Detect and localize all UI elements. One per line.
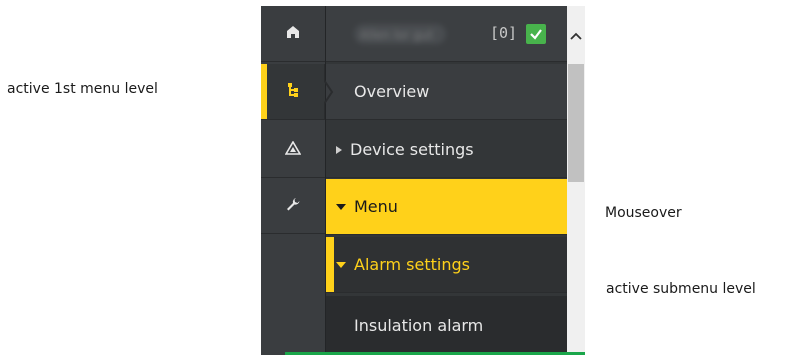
home-icon [286,24,300,43]
scrollbar-thumb[interactable] [568,64,584,182]
navigation-ui: Allen lor gut [0] Overview Device settin… [261,6,585,355]
caret-down-icon [336,203,346,210]
rail-item-alarms[interactable] [261,122,325,178]
rail-item-home[interactable] [261,6,325,62]
scroll-up-button[interactable] [567,6,585,62]
warning-icon [284,140,302,159]
caret-right-icon [336,145,342,154]
insulation-alarm-label: Insulation alarm [354,316,484,335]
menu-item-insulation-alarm[interactable]: Insulation alarm [326,296,567,355]
annotation-active-first-level: active 1st menu level [7,81,158,97]
caret-down-icon [336,261,346,268]
device-header: Allen lor gut [0] [326,6,567,62]
menu-item-overview[interactable]: Overview [323,64,567,120]
status-check-icon [526,24,546,44]
rail-item-tree[interactable] [261,64,325,120]
menu-panel: Allen lor gut [0] Overview Device settin… [323,6,567,355]
menu-label: Menu [354,197,398,216]
icon-rail [261,6,325,355]
tree-icon [286,82,300,102]
chevron-up-icon [570,25,582,44]
wrench-icon [285,196,301,216]
menu-item-menu[interactable]: Menu [326,179,567,235]
device-settings-label: Device settings [350,140,474,159]
alarm-settings-label: Alarm settings [354,255,470,274]
annotation-active-submenu: active submenu level [606,281,756,297]
annotation-mouseover: Mouseover [605,205,682,221]
rail-item-tools[interactable] [261,178,325,234]
device-name: Allen lor gut [354,24,446,44]
chevron-right-icon [323,64,338,124]
scrollbar[interactable] [567,6,585,355]
overview-label: Overview [354,82,430,101]
menu-item-alarm-settings[interactable]: Alarm settings [326,237,567,293]
alarm-count: [0] [490,24,518,42]
menu-item-device-settings[interactable]: Device settings [326,122,567,178]
